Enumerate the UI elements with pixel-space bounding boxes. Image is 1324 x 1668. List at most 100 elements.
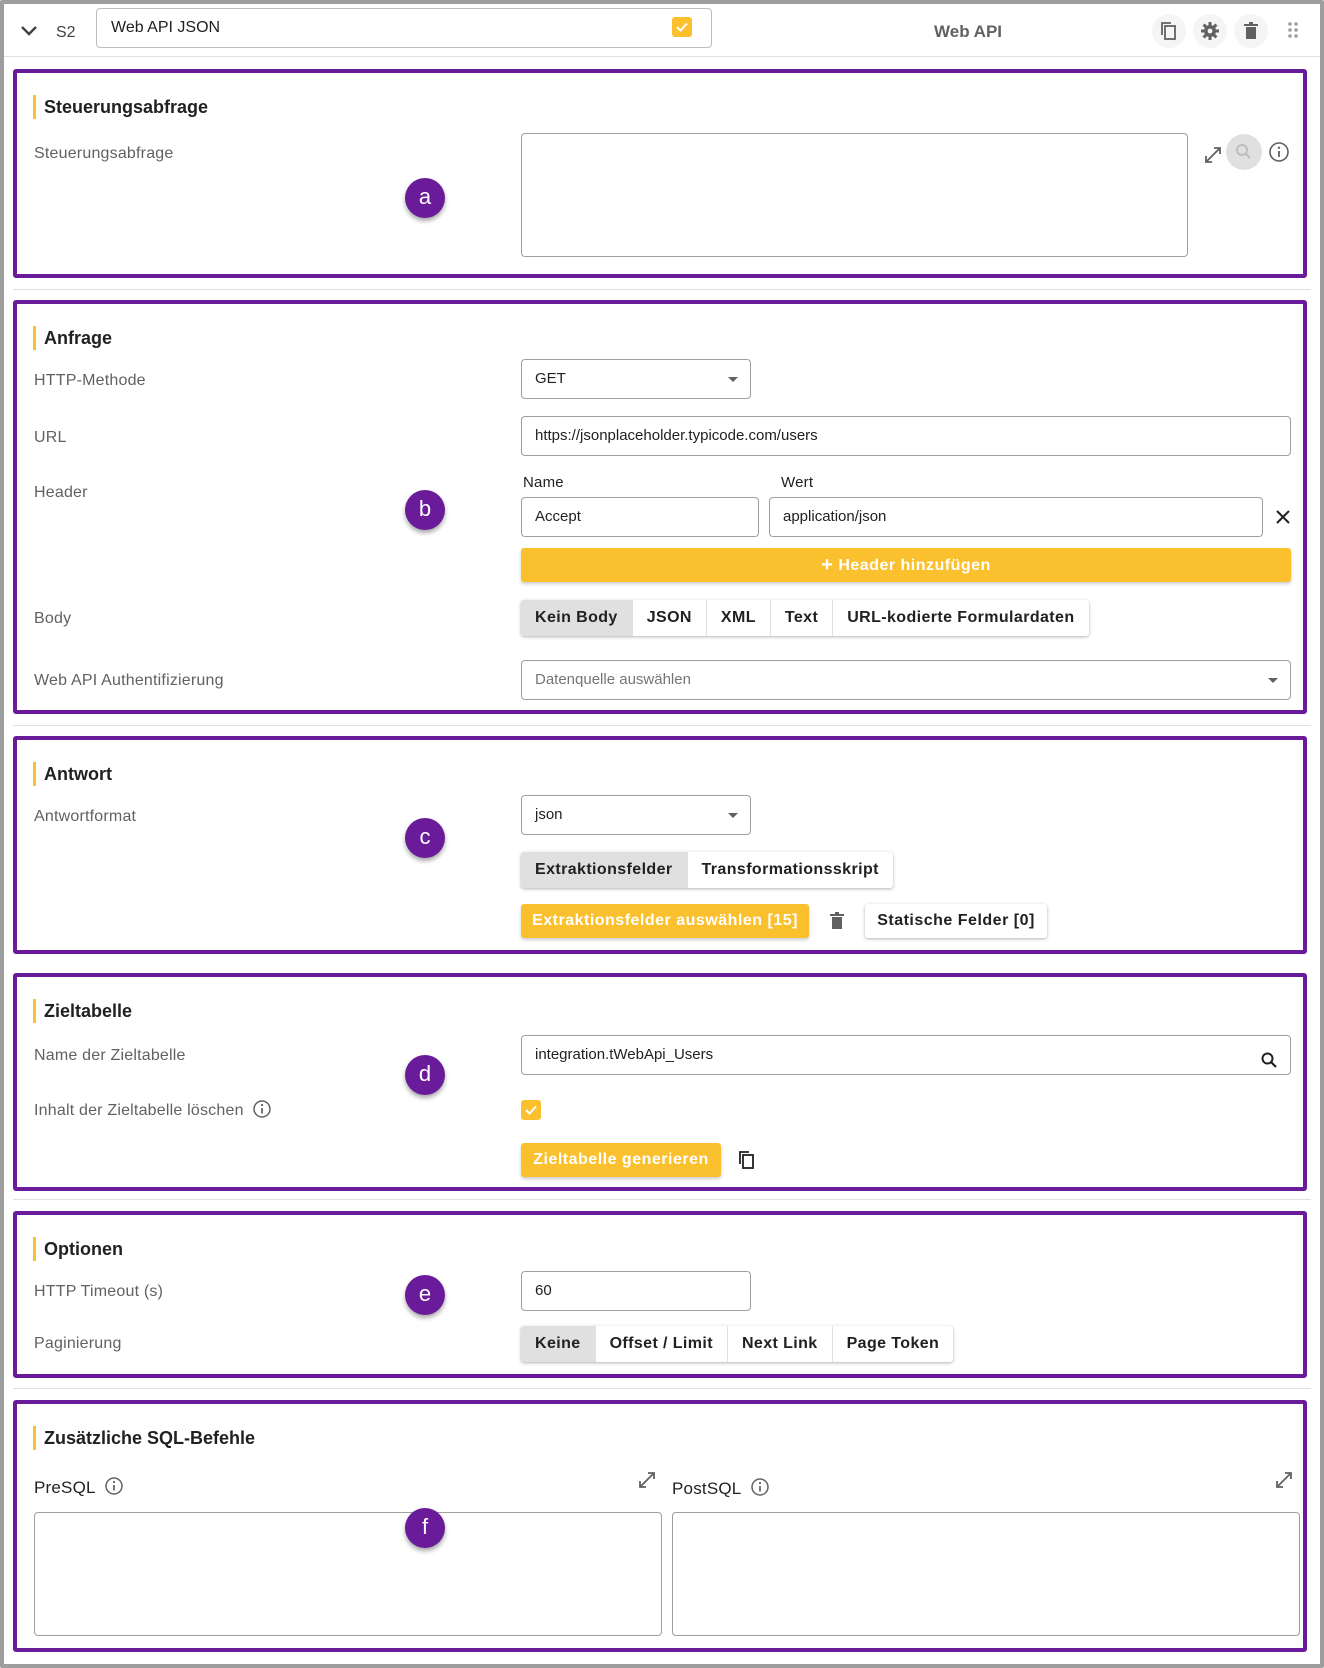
- section-title: Zusätzliche SQL-Befehle: [33, 1426, 255, 1450]
- divider: [13, 725, 1311, 726]
- divider: [13, 289, 1311, 290]
- search-icon[interactable]: [1260, 1046, 1278, 1084]
- http-method-label: HTTP-Methode: [34, 372, 146, 389]
- header-name-input[interactable]: Accept: [521, 497, 759, 537]
- step-label: S2: [56, 24, 76, 41]
- clear-target-table-text: Inhalt der Zieltabelle löschen: [34, 1102, 244, 1119]
- step-header: S2 Web API JSON Web API: [4, 4, 1320, 57]
- response-format-value: json: [535, 806, 563, 823]
- response-format-label: Antwortformat: [34, 808, 137, 825]
- postsql-text: PostSQL: [672, 1479, 741, 1498]
- tab-transformationsskript[interactable]: Transformationsskript: [688, 852, 893, 888]
- postsql-editor[interactable]: [672, 1512, 1300, 1636]
- url-label: URL: [34, 429, 67, 446]
- http-method-select[interactable]: GET: [521, 359, 751, 399]
- header-name-column: Name: [523, 474, 564, 491]
- auth-placeholder: Datenquelle auswählen: [535, 671, 691, 688]
- generate-target-table-button[interactable]: Zieltabelle generieren: [521, 1143, 721, 1177]
- section-title: Steuerungsabfrage: [33, 95, 208, 119]
- dropdown-caret-icon: [728, 377, 738, 382]
- section-title: Anfrage: [33, 326, 112, 350]
- trash-icon[interactable]: [829, 912, 845, 935]
- info-icon[interactable]: [1268, 141, 1290, 168]
- http-timeout-label: HTTP Timeout (s): [34, 1283, 164, 1300]
- body-label: Body: [34, 610, 72, 627]
- http-method-value: GET: [535, 370, 566, 387]
- section-title: Zieltabelle: [33, 999, 132, 1023]
- expand-icon[interactable]: [1203, 145, 1223, 170]
- divider: [13, 1388, 1311, 1389]
- add-header-label: Header hinzufügen: [838, 557, 991, 574]
- close-icon[interactable]: [1274, 508, 1292, 531]
- search-icon[interactable]: [1226, 134, 1262, 170]
- section-zieltabelle: Zieltabelle Name der Zieltabelle integra…: [13, 973, 1307, 1191]
- step-name-input[interactable]: Web API JSON: [96, 8, 712, 48]
- section-optionen: Optionen HTTP Timeout (s) 60 Paginierung…: [13, 1211, 1307, 1378]
- callout-badge-f: f: [405, 1508, 445, 1548]
- auth-label: Web API Authentifizierung: [34, 672, 224, 689]
- section-steuerungsabfrage: Steuerungsabfrage Steuerungsabfrage a: [13, 69, 1307, 278]
- section-title: Optionen: [33, 1237, 123, 1261]
- paging-option-page-token[interactable]: Page Token: [833, 1326, 954, 1362]
- presql-text: PreSQL: [34, 1478, 96, 1497]
- info-icon[interactable]: [750, 1477, 770, 1497]
- body-option-text[interactable]: Text: [771, 600, 834, 636]
- gear-icon[interactable]: [1193, 14, 1227, 48]
- paging-option-offset-limit[interactable]: Offset / Limit: [596, 1326, 728, 1362]
- target-table-name-input[interactable]: integration.tWebApi_Users: [521, 1035, 1291, 1075]
- step-active-checkbox[interactable]: [672, 17, 692, 37]
- chevron-down-icon[interactable]: [18, 20, 40, 42]
- auth-datasource-select[interactable]: Datenquelle auswählen: [521, 660, 1291, 700]
- callout-badge-d: d: [405, 1055, 445, 1095]
- postsql-label: PostSQL: [672, 1477, 770, 1499]
- pagination-label: Paginierung: [34, 1335, 122, 1352]
- copy-icon[interactable]: [1152, 14, 1186, 48]
- paging-option-keine[interactable]: Keine: [521, 1326, 596, 1362]
- body-option-urlencoded[interactable]: URL-kodierte Formulardaten: [833, 600, 1088, 636]
- response-format-select[interactable]: json: [521, 795, 751, 835]
- presql-label: PreSQL: [34, 1476, 124, 1498]
- plus-icon: +: [821, 554, 834, 576]
- header-value-input[interactable]: application/json: [769, 497, 1263, 537]
- section-sql: Zusätzliche SQL-Befehle PreSQL PostSQL f: [13, 1400, 1307, 1652]
- url-input[interactable]: https://jsonplaceholder.typicode.com/use…: [521, 416, 1291, 456]
- target-table-name-label: Name der Zieltabelle: [34, 1047, 186, 1064]
- info-icon[interactable]: [252, 1099, 272, 1119]
- body-option-kein-body[interactable]: Kein Body: [521, 600, 633, 636]
- copy-icon[interactable]: [737, 1150, 757, 1175]
- clear-target-table-checkbox[interactable]: [521, 1100, 541, 1120]
- callout-badge-c: c: [405, 818, 445, 858]
- control-query-textarea[interactable]: [521, 133, 1188, 257]
- static-fields-button[interactable]: Statische Felder [0]: [865, 904, 1047, 938]
- drag-handle-icon[interactable]: [1286, 20, 1300, 45]
- body-option-json[interactable]: JSON: [633, 600, 707, 636]
- info-icon[interactable]: [104, 1476, 124, 1496]
- header-label: Header: [34, 484, 88, 501]
- trash-icon[interactable]: [1234, 14, 1268, 48]
- callout-badge-b: b: [405, 490, 445, 530]
- header-value-column: Wert: [781, 474, 814, 491]
- body-type-toggle: Kein Body JSON XML Text URL-kodierte For…: [521, 600, 1089, 636]
- step-type-label: Web API: [934, 22, 1003, 41]
- add-header-button[interactable]: + Header hinzufügen: [521, 548, 1291, 582]
- divider: [13, 1199, 1311, 1200]
- presql-editor[interactable]: [34, 1512, 662, 1636]
- callout-badge-e: e: [405, 1275, 445, 1315]
- tab-extraktionsfelder[interactable]: Extraktionsfelder: [521, 852, 688, 888]
- http-timeout-input[interactable]: 60: [521, 1271, 751, 1311]
- callout-badge-a: a: [405, 178, 445, 218]
- expand-icon[interactable]: [1274, 1470, 1294, 1495]
- body-option-xml[interactable]: XML: [707, 600, 771, 636]
- section-title: Antwort: [33, 762, 112, 786]
- section-antwort: Antwort Antwortformat json Extraktionsfe…: [13, 736, 1307, 954]
- section-anfrage: Anfrage HTTP-Methode GET URL https://jso…: [13, 300, 1307, 714]
- response-mode-toggle: Extraktionsfelder Transformationsskript: [521, 852, 893, 888]
- target-table-name-value: integration.tWebApi_Users: [535, 1046, 714, 1063]
- clear-target-table-label: Inhalt der Zieltabelle löschen: [34, 1099, 272, 1120]
- dropdown-caret-icon: [728, 813, 738, 818]
- dropdown-caret-icon: [1268, 678, 1278, 683]
- control-query-label: Steuerungsabfrage: [34, 145, 174, 162]
- paging-option-next-link[interactable]: Next Link: [728, 1326, 833, 1362]
- select-extraction-fields-button[interactable]: Extraktionsfelder auswählen [15]: [521, 904, 809, 938]
- expand-icon[interactable]: [637, 1470, 657, 1495]
